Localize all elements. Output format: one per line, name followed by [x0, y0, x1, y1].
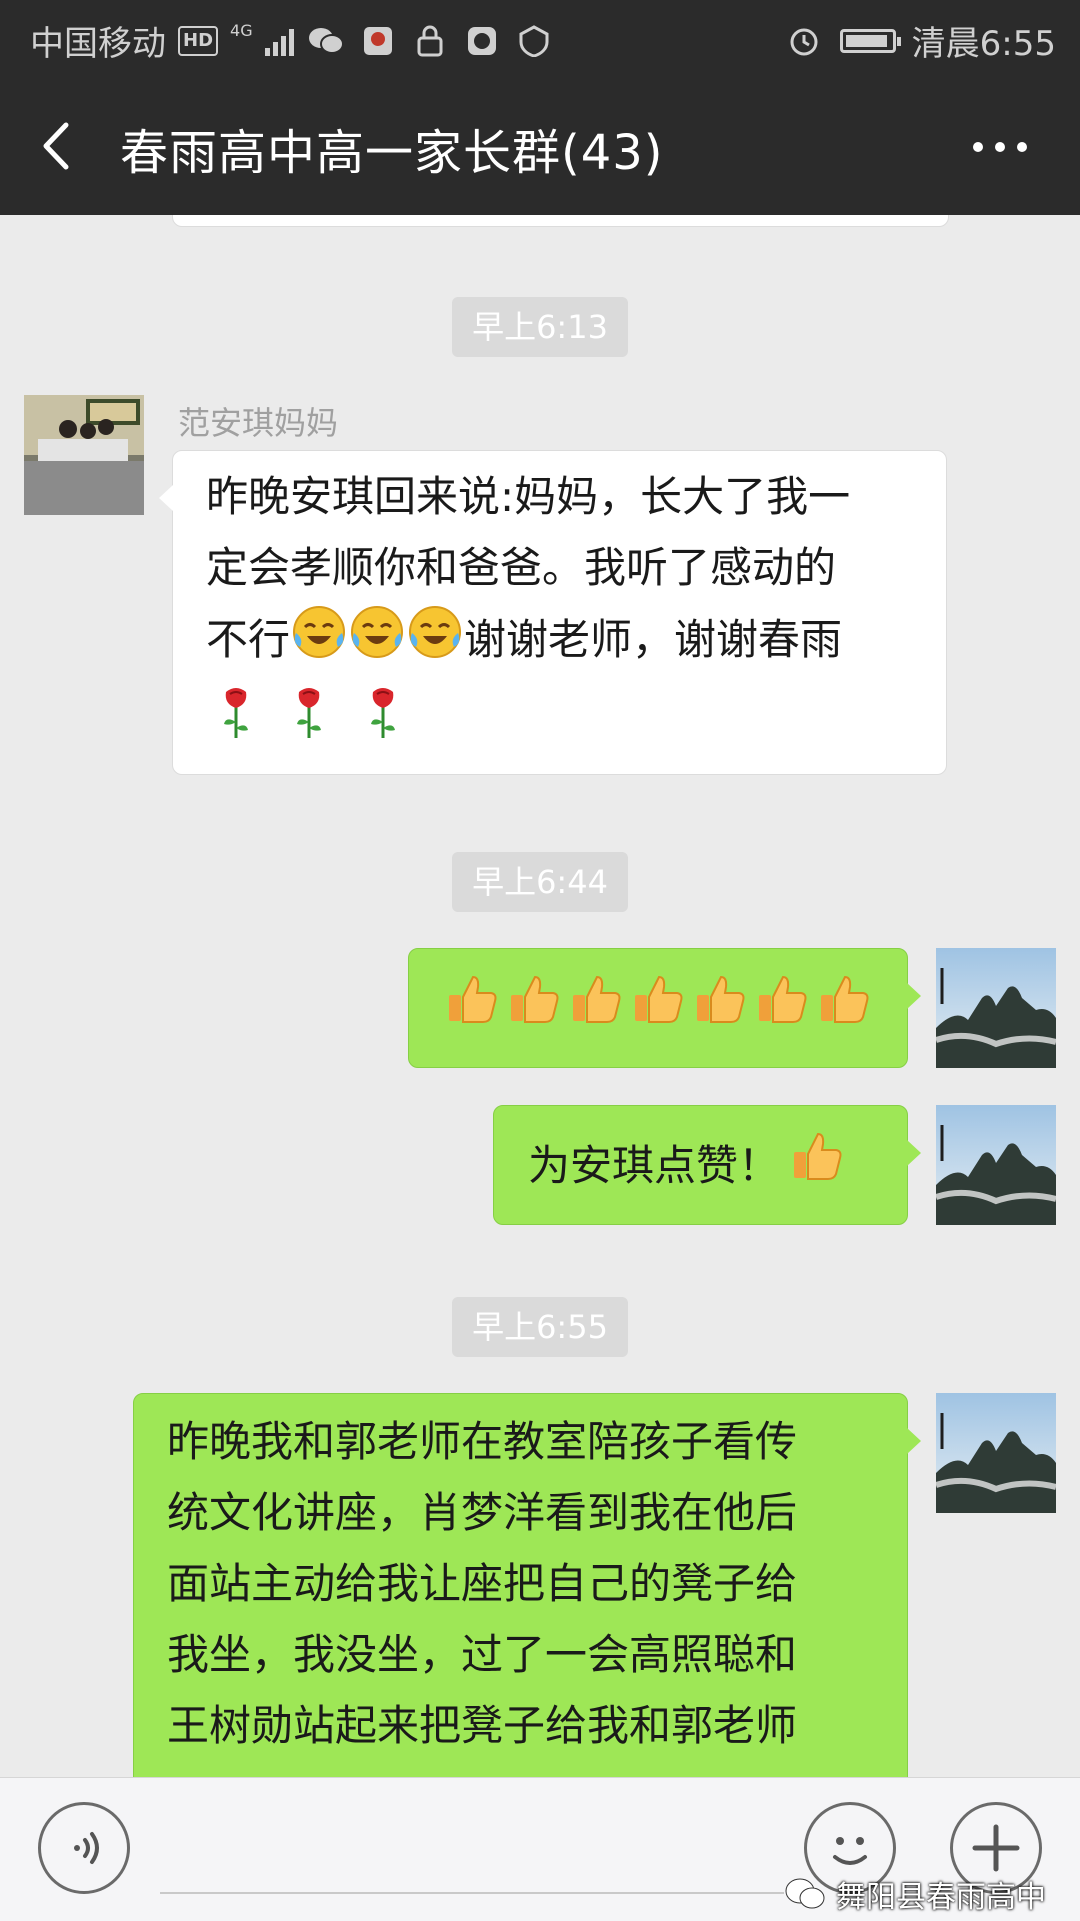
message-line: 昨晚安琪回来说:妈妈，长大了我一: [206, 472, 851, 521]
message-line: 统文化讲座，肖梦洋看到我在他后: [167, 1488, 798, 1537]
chat-title: 春雨高中高一家长群(43): [120, 125, 664, 181]
wechat-logo-icon: [785, 1878, 825, 1909]
lock-notification-icon: [410, 23, 450, 59]
message-line: 昨晚我和郭老师在教室陪孩子看传: [167, 1417, 798, 1466]
rose-icon: [279, 682, 339, 763]
message-input[interactable]: [160, 1812, 784, 1894]
message-line: 王树勋站起来把凳子给我和郭老师: [167, 1701, 798, 1750]
previous-message-bubble: [172, 215, 949, 227]
rose-icon: [353, 682, 413, 763]
my-avatar[interactable]: [936, 948, 1056, 1068]
message-text: 不行: [206, 615, 291, 664]
alarm-icon: [784, 23, 824, 59]
message-text: 谢谢老师，谢谢春雨: [464, 615, 843, 664]
thumbs-up-icon: [753, 969, 811, 1048]
back-arrow-icon: [43, 122, 69, 170]
browser-notification-icon: [462, 23, 502, 59]
status-bar: 中国移动 HD 4G 清晨6:55: [0, 0, 1080, 75]
carrier-name: 中国移动: [30, 24, 166, 64]
message-line: 我坐，我没坐，过了一会高照聪和: [167, 1630, 798, 1679]
message-line: 不行 谢谢老师，谢谢春雨: [206, 603, 926, 682]
timestamp: 早上6:44: [452, 852, 628, 912]
avatar[interactable]: [24, 395, 144, 515]
shield-notification-icon: [514, 23, 554, 59]
message-line: 面站主动给我让座把自己的凳子给: [167, 1559, 798, 1608]
chat-header: 春雨高中高一家长群(43): [0, 75, 1080, 215]
thumbs-up-icon: [567, 969, 625, 1048]
message-text: 为安琪点赞！: [528, 1140, 781, 1190]
thumbs-up-icon: [788, 1126, 846, 1205]
more-icon: [973, 142, 1027, 152]
wechat-notification-icon: [306, 23, 346, 59]
app-notification-icon: [358, 23, 398, 59]
sender-name: 范安琪妈妈: [178, 404, 339, 442]
my-avatar[interactable]: [936, 1393, 1056, 1513]
outgoing-message-bubble[interactable]: 为安琪点赞！: [493, 1105, 921, 1225]
message-line: 定会孝顺你和爸爸。我听了感动的: [206, 543, 837, 592]
watermark: 舞阳县春雨高中: [784, 1872, 1046, 1916]
crying-laughing-icon: [290, 603, 348, 682]
thumbs-up-icon: [505, 969, 563, 1048]
crying-laughing-icon: [348, 603, 406, 682]
outgoing-message-bubble[interactable]: [408, 948, 921, 1068]
thumbs-up-icon: [691, 969, 749, 1048]
hd-badge: HD: [178, 25, 219, 56]
timestamp: 早上6:55: [452, 1297, 628, 1357]
message-line: [206, 682, 926, 763]
message-list[interactable]: 早上6:13 范安琪妈妈 昨晚安琪回来说:妈妈，长大了我一 定会孝顺你和爸爸。我…: [0, 215, 1080, 1777]
signal-icon: [264, 26, 294, 56]
thumbs-up-icon: [443, 969, 501, 1048]
outgoing-message-bubble[interactable]: 昨晚我和郭老师在教室陪孩子看传 统文化讲座，肖梦洋看到我在他后 面站主动给我让座…: [133, 1393, 921, 1777]
status-time: 清晨6:55: [911, 24, 1056, 64]
rose-icon: [206, 682, 266, 763]
thumbs-up-icon: [629, 969, 687, 1048]
back-button[interactable]: [30, 111, 100, 181]
network-type: 4G: [230, 21, 253, 40]
voice-icon: [74, 1832, 99, 1864]
thumbs-up-icon: [815, 969, 873, 1048]
my-avatar[interactable]: [936, 1105, 1056, 1225]
more-button[interactable]: [960, 117, 1040, 177]
incoming-message-bubble[interactable]: 昨晚安琪回来说:妈妈，长大了我一 定会孝顺你和爸爸。我听了感动的 不行 谢谢老师，…: [159, 450, 947, 775]
crying-laughing-icon: [406, 603, 464, 682]
watermark-text: 舞阳县春雨高中: [836, 1880, 1046, 1915]
battery-icon: [839, 28, 901, 53]
voice-button[interactable]: [38, 1802, 130, 1894]
timestamp: 早上6:13: [452, 297, 628, 357]
